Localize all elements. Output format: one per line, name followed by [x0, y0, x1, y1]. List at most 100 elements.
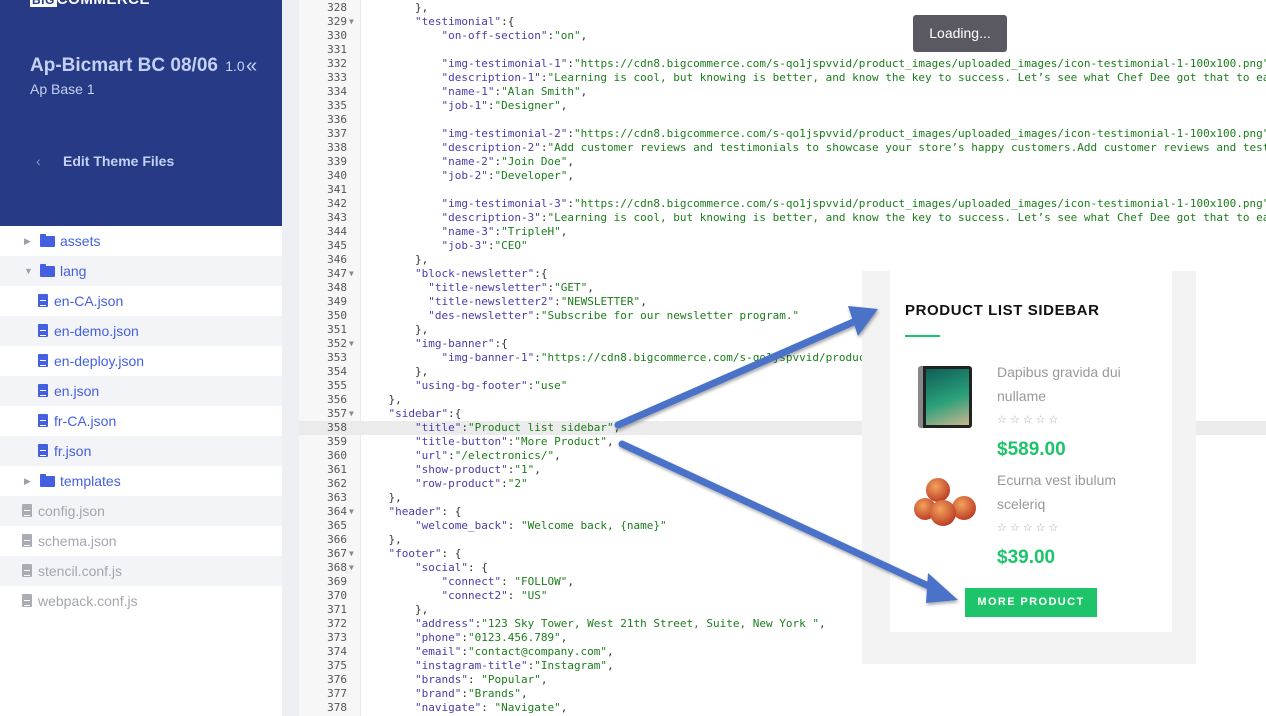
caret-right-icon[interactable]: ▶ [24, 226, 31, 256]
line-number: 347 [327, 267, 347, 280]
line-number: 361 [327, 463, 347, 476]
line-number: 363 [327, 491, 347, 504]
code-line[interactable]: 341 [299, 183, 1266, 197]
product-name[interactable]: Dapibus gravida dui nullame [997, 360, 1157, 408]
product-name[interactable]: Ecurna vest ibulum sceleriq [997, 468, 1157, 516]
code-line[interactable]: 333 "description-1":"Learning is cool, b… [299, 71, 1266, 85]
tree-item-en-deploy-json[interactable]: en-deploy.json [0, 346, 282, 376]
code-line[interactable]: 376 "brands": "Popular", [299, 673, 1266, 687]
line-number: 340 [327, 169, 347, 182]
line-number: 365 [327, 519, 347, 532]
fold-toggle-icon[interactable]: ▼ [349, 505, 354, 519]
code-line[interactable]: 332 "img-testimonial-1":"https://cdn8.bi… [299, 57, 1266, 71]
code-text: "footer": { [388, 547, 462, 560]
tree-item-config-json[interactable]: config.json [0, 496, 282, 526]
code-text: "instagram-title":"Instagram", [414, 659, 614, 672]
code-text: "row-product":"2" [414, 477, 528, 490]
code-text: "using-bg-footer":"use" [414, 379, 568, 392]
code-text: "navigate": "Navigate", [414, 701, 568, 714]
edit-theme-files-link[interactable]: Edit Theme Files [63, 153, 174, 169]
code-text: "des-newsletter":"Subscribe for our news… [428, 309, 800, 322]
code-line[interactable]: 343 "description-3":"Learning is cool, b… [299, 211, 1266, 225]
code-line[interactable]: 329 ▼ "testimonial":{ [299, 15, 1266, 29]
fold-toggle-icon[interactable]: ▼ [349, 561, 354, 575]
code-line[interactable]: 338 "description-2":"Add customer review… [299, 141, 1266, 155]
folder-icon [40, 234, 55, 247]
line-number: 328 [327, 1, 347, 14]
code-text: "name-2":"Join Doe", [441, 155, 574, 168]
collapse-sidebar-icon[interactable]: « [246, 55, 257, 78]
line-number: 357 [327, 407, 347, 420]
line-number: 373 [327, 631, 347, 644]
line-number: 343 [327, 211, 347, 224]
fold-toggle-icon[interactable]: ▼ [349, 547, 354, 561]
tree-item-label: fr-CA.json [54, 413, 117, 429]
tree-item-templates[interactable]: ▶ templates [0, 466, 282, 496]
code-text: "social": { [414, 561, 488, 574]
code-line[interactable]: 334 "name-1":"Alan Smith", [299, 85, 1266, 99]
tree-item-fr-json[interactable]: fr.json [0, 436, 282, 466]
code-text: "email":"contact@company.com", [414, 645, 614, 658]
line-number: 354 [327, 365, 347, 378]
tree-item-label: assets [60, 233, 101, 249]
sidebar-resize-handle[interactable] [282, 0, 299, 716]
code-text: "connect2": "US" [441, 589, 548, 602]
code-line[interactable]: 330 "on-off-section":"on", [299, 29, 1266, 43]
code-line[interactable]: 331 [299, 43, 1266, 57]
code-text: "address":"123 Sky Tower, West 21th Stre… [414, 617, 826, 630]
fold-toggle-icon[interactable]: ▼ [349, 267, 354, 281]
code-line[interactable]: 345 "job-3":"CEO" [299, 239, 1266, 253]
fold-toggle-icon[interactable]: ▼ [349, 15, 354, 29]
tree-item-en-ca-json[interactable]: en-CA.json [0, 286, 282, 316]
theme-version: 1.0 [225, 58, 245, 74]
fold-toggle-icon[interactable]: ▼ [349, 407, 354, 421]
tree-item-lang[interactable]: ▼ lang [0, 256, 282, 286]
code-text: "title-newsletter":"GET", [428, 281, 594, 294]
tree-item-label: templates [60, 473, 121, 489]
more-product-button[interactable]: MORE PRODUCT [965, 588, 1097, 617]
code-line[interactable]: 346 }, [299, 253, 1266, 267]
code-text: }, [362, 491, 402, 504]
product-image-tablet[interactable] [918, 366, 972, 428]
code-line[interactable]: 339 "name-2":"Join Doe", [299, 155, 1266, 169]
tree-item-assets[interactable]: ▶ assets [0, 226, 282, 256]
code-text: "title-button":"More Product", [414, 435, 614, 448]
line-number: 331 [327, 43, 347, 56]
caret-right-icon[interactable]: ▶ [24, 466, 31, 496]
line-number: 362 [327, 477, 347, 490]
fold-toggle-icon[interactable]: ▼ [349, 337, 354, 351]
tree-item-label: en-CA.json [54, 293, 124, 309]
code-line[interactable]: 377 "brand":"Brands", [299, 687, 1266, 701]
caret-down-icon[interactable]: ▼ [24, 256, 33, 286]
preview-title: PRODUCT LIST SIDEBAR [905, 302, 1100, 319]
line-number: 342 [327, 197, 347, 210]
code-text: "description-3":"Learning is cool, but k… [441, 211, 1266, 224]
product-image-peaches[interactable] [912, 478, 978, 528]
peach [952, 496, 976, 520]
tree-item-fr-ca-json[interactable]: fr-CA.json [0, 406, 282, 436]
code-text: "img-testimonial-3":"https://cdn8.bigcom… [441, 197, 1266, 210]
code-line[interactable]: 340 "job-2":"Developer", [299, 169, 1266, 183]
file-icon [22, 504, 32, 517]
code-line[interactable]: 344 "name-3":"TripleH", [299, 225, 1266, 239]
code-text: "title":"Product list sidebar", [414, 421, 621, 434]
code-line[interactable]: 336 [299, 113, 1266, 127]
tree-item-schema-json[interactable]: schema.json [0, 526, 282, 556]
line-number: 358 [327, 421, 347, 434]
code-line[interactable]: 378 "navigate": "Navigate", [299, 701, 1266, 715]
file-icon [22, 564, 32, 577]
code-text: "img-testimonial-1":"https://cdn8.bigcom… [441, 57, 1266, 70]
code-line[interactable]: 328 }, [299, 1, 1266, 15]
code-line[interactable]: 342 "img-testimonial-3":"https://cdn8.bi… [299, 197, 1266, 211]
tree-item-label: stencil.conf.js [38, 563, 123, 579]
tree-item-en-demo-json[interactable]: en-demo.json [0, 316, 282, 346]
theme-variation: Ap Base 1 [30, 81, 95, 97]
code-text: "description-2":"Add customer reviews an… [441, 141, 1266, 154]
tree-item-en-json[interactable]: en.json [0, 376, 282, 406]
code-text: "job-1":"Designer", [441, 99, 568, 112]
code-line[interactable]: 337 "img-testimonial-2":"https://cdn8.bi… [299, 127, 1266, 141]
tree-item-webpack-conf-js[interactable]: webpack.conf.js [0, 586, 282, 616]
code-line[interactable]: 335 "job-1":"Designer", [299, 99, 1266, 113]
back-chevron-icon[interactable]: ‹ [36, 153, 41, 169]
tree-item-stencil-conf-js[interactable]: stencil.conf.js [0, 556, 282, 586]
